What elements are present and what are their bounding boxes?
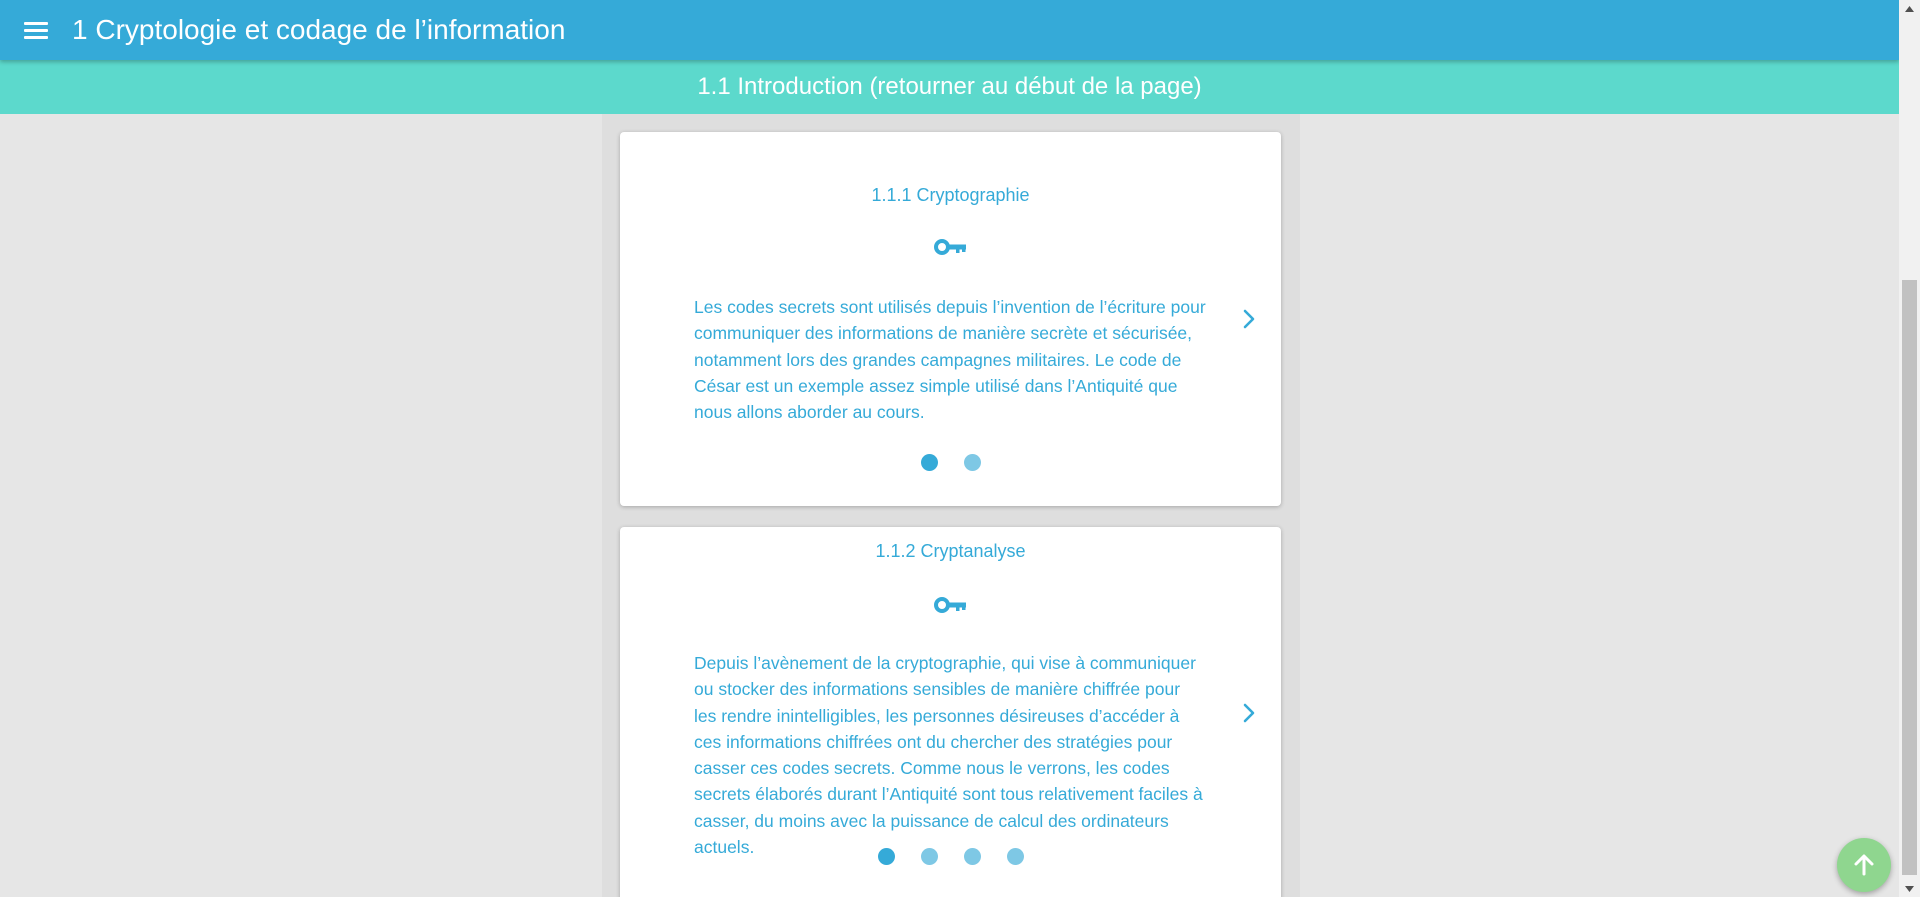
arrow-up-icon	[1854, 854, 1874, 876]
hamburger-menu-icon[interactable]	[18, 12, 54, 48]
carousel-dots	[620, 454, 1281, 471]
card-text: Les codes secrets sont utilisés depuis l…	[694, 297, 1206, 423]
card-title: 1.1.1 Cryptographie	[871, 185, 1030, 205]
scrollbar-thumb[interactable]	[1902, 280, 1917, 875]
card-title: 1.1.2 Cryptanalyse	[875, 541, 1026, 561]
carousel-dot[interactable]	[963, 454, 981, 471]
card-text: Depuis l’avènement de la cryptographie, …	[694, 653, 1203, 858]
key-icon	[934, 597, 966, 613]
section-bar: 1.1 Introduction (retourner au début de …	[0, 60, 1899, 114]
key-icon	[934, 239, 966, 255]
page-viewport: 1 Cryptologie et codage de l’information…	[0, 0, 1899, 897]
chevron-right-icon[interactable]	[1241, 702, 1257, 724]
carousel-card-cryptanalyse: 1.1.2 Cryptanalyse Depuis l’avènement de…	[620, 527, 1281, 897]
scroll-to-top-button[interactable]	[1837, 838, 1891, 892]
section-back-to-top-link[interactable]: 1.1 Introduction (retourner au début de …	[697, 73, 1201, 101]
carousel-card-cryptographie: 1.1.1 Cryptographie Les codes secrets so…	[620, 132, 1281, 506]
carousel-dot[interactable]	[877, 848, 895, 865]
content-column: 1.1.1 Cryptographie Les codes secrets so…	[602, 114, 1300, 897]
app-header: 1 Cryptologie et codage de l’information	[0, 0, 1899, 60]
carousel-dots	[620, 848, 1281, 865]
carousel-dot[interactable]	[920, 848, 938, 865]
scroll-up-arrow-icon[interactable]	[1899, 0, 1920, 17]
carousel-dot[interactable]	[920, 454, 938, 471]
scroll-down-arrow-icon[interactable]	[1899, 880, 1920, 897]
page-title: 1 Cryptologie et codage de l’information	[72, 14, 566, 45]
carousel-dot[interactable]	[1006, 848, 1024, 865]
chevron-right-icon[interactable]	[1241, 308, 1257, 330]
page-scrollbar[interactable]	[1899, 0, 1920, 897]
carousel-dot[interactable]	[963, 848, 981, 865]
